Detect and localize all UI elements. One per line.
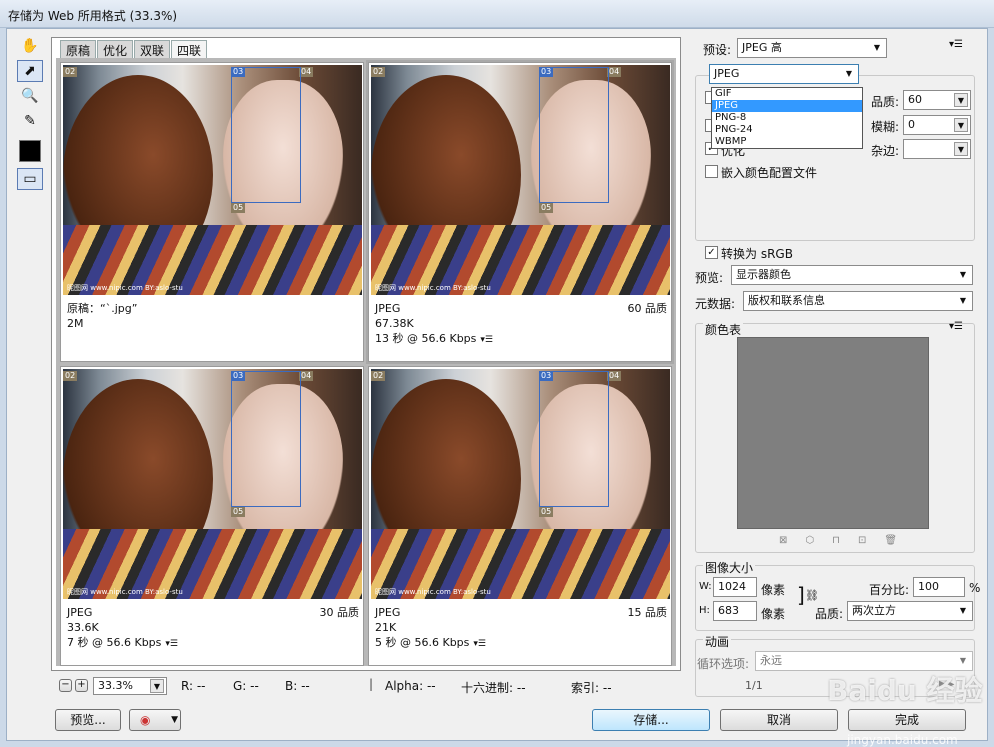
zoom-in-button[interactable]: + (75, 679, 88, 692)
pane-info: JPEG 21K 5 秒 @ 56.6 Kbps ▾☰ 15 品质 (375, 605, 669, 652)
preview-color-select[interactable]: 显示器颜色 ▼ (731, 265, 973, 285)
color-table (737, 337, 929, 529)
baidu-logo-watermark: Baidu 经验 (827, 674, 983, 707)
lock-color-icon[interactable]: ⊓ (832, 535, 858, 546)
format-option-png8[interactable]: PNG-8 (712, 112, 862, 124)
pane-menu-icon[interactable]: ▾☰ (165, 637, 178, 652)
browser-icon: ◉ (140, 713, 151, 727)
format-option-wbmp[interactable]: WBMP (712, 136, 862, 148)
pane-original[interactable]: 02 03 04 05 昵图网 www.nipic.com BY:aslo-st… (60, 62, 364, 362)
pane-menu-icon[interactable]: ▾☰ (473, 637, 486, 652)
dialog: ✋ ⬈ 🔍 ✎ ▭ 原稿 优化 双联 四联 02 03 04 05 昵图网 ww… (6, 28, 988, 747)
slice-label: 05 (539, 507, 554, 517)
preview-button[interactable]: 预览... (55, 709, 121, 731)
toolbox: ✋ ⬈ 🔍 ✎ ▭ (17, 35, 47, 193)
slice-label: 05 (539, 203, 554, 213)
slice-label: 02 (63, 371, 78, 381)
preview-image: 02 03 04 05 昵图网 www.nipic.com BY:aslo-st… (371, 369, 670, 599)
format-option-gif[interactable]: GIF (712, 88, 862, 100)
convert-srgb-checkbox[interactable]: ✓ (705, 246, 718, 259)
tab-original[interactable]: 原稿 (60, 40, 97, 58)
blur-input[interactable]: 0 ▼ (903, 115, 971, 135)
format-option-jpeg[interactable]: JPEG (712, 100, 862, 112)
web-shift-icon[interactable]: ⬡ (805, 535, 832, 546)
constrain-bracket: ] (797, 583, 805, 607)
slice-label: 05 (231, 507, 246, 517)
pane-info: JPEG 67.38K 13 秒 @ 56.6 Kbps ▾☰ 60 品质 (375, 301, 669, 348)
window-title: 存储为 Web 所用格式 (33.3%) (8, 9, 178, 23)
color-table-menu-icon[interactable]: ▾☰ (949, 321, 963, 332)
slice-label: 02 (63, 67, 78, 77)
baidu-url-watermark: jingyan.baidu.com (847, 733, 958, 747)
slice-label: 04 (607, 371, 622, 381)
hand-tool-icon[interactable]: ✋ (17, 35, 43, 57)
pane-optimized-1[interactable]: 02 03 04 05 昵图网 www.nipic.com BY:aslo-st… (366, 60, 674, 364)
pane-optimized-3[interactable]: 02 03 04 05 昵图网 www.nipic.com BY:aslo-st… (368, 366, 672, 666)
zoom-tool-icon[interactable]: 🔍 (17, 85, 43, 107)
pane-optimized-2[interactable]: 02 03 04 05 昵图网 www.nipic.com BY:aslo-st… (60, 366, 364, 666)
slice-label: 04 (299, 371, 314, 381)
embed-profile-checkbox[interactable] (705, 165, 718, 178)
format-option-png24[interactable]: PNG-24 (712, 124, 862, 136)
slice-label: 05 (231, 203, 246, 213)
preview-image: 02 03 04 05 昵图网 www.nipic.com BY:aslo-st… (63, 369, 362, 599)
image-watermark: 昵图网 www.nipic.com BY:aslo-stu (67, 588, 183, 596)
preview-image: 02 03 04 05 昵图网 www.nipic.com BY:aslo-st… (371, 65, 670, 295)
percent-input[interactable]: 100 (913, 577, 965, 597)
format-dropdown: GIF JPEG PNG-8 PNG-24 WBMP (711, 87, 863, 149)
title-bar: 存储为 Web 所用格式 (33.3%) (0, 0, 994, 28)
quality-input[interactable]: 60 ▼ (903, 90, 971, 110)
image-watermark: 昵图网 www.nipic.com BY:aslo-stu (375, 588, 491, 596)
width-input[interactable]: 1024 (713, 577, 757, 597)
tab-optimized[interactable]: 优化 (97, 40, 134, 58)
panel-menu-icon[interactable]: ▾☰ (949, 39, 963, 50)
browser-preview-button[interactable]: ◉ ▼ (129, 709, 181, 731)
image-watermark: 昵图网 www.nipic.com BY:aslo-stu (67, 284, 183, 292)
eyedropper-tool-icon[interactable]: ✎ (17, 110, 43, 132)
slice-label: 04 (607, 67, 622, 77)
pane-menu-icon[interactable]: ▾☰ (480, 333, 493, 348)
four-up-panes: 02 03 04 05 昵图网 www.nipic.com BY:aslo-st… (56, 58, 676, 666)
eyedropper-color-swatch[interactable] (19, 140, 41, 162)
map-color-icon[interactable]: ⊠ (779, 535, 805, 546)
metadata-select[interactable]: 版权和联系信息 ▼ (743, 291, 973, 311)
tab-2up[interactable]: 双联 (134, 40, 171, 58)
resample-quality-select[interactable]: 两次立方 ▼ (847, 601, 973, 621)
color-table-tools: ⊠⬡⊓⊡🗑 (779, 535, 915, 546)
tab-4up[interactable]: 四联 (171, 40, 208, 58)
matte-select[interactable]: ▼ (903, 139, 971, 159)
pane-info: 原稿：“`.jpg” 2M (67, 302, 138, 330)
zoom-out-button[interactable]: − (59, 679, 72, 692)
image-watermark: 昵图网 www.nipic.com BY:aslo-stu (375, 284, 491, 292)
status-bar: − + 33.3% ▼ R: -- G: -- B: -- | Alpha: --… (51, 677, 681, 699)
trash-icon[interactable]: 🗑 (884, 535, 915, 546)
preview-area: 原稿 优化 双联 四联 02 03 04 05 昵图网 www.nipic.co… (51, 37, 681, 671)
new-color-icon[interactable]: ⊡ (858, 535, 884, 546)
slice-label: 04 (299, 67, 314, 77)
slice-label: 02 (371, 67, 386, 77)
view-tabs: 原稿 优化 双联 四联 (60, 40, 208, 58)
slice-select-tool-icon[interactable]: ⬈ (17, 60, 43, 82)
loop-select[interactable]: 永远 ▼ (755, 651, 973, 671)
zoom-select[interactable]: 33.3% ▼ (93, 677, 167, 695)
slice-label: 02 (371, 371, 386, 381)
height-input[interactable]: 683 (713, 601, 757, 621)
pane-info: JPEG 33.6K 7 秒 @ 56.6 Kbps ▾☰ 30 品质 (67, 605, 361, 652)
chain-link-icon[interactable]: ⛓ (805, 589, 819, 602)
settings-panel: 预设: JPEG 高 ▼ ▾☰ JPEG ▼ GIF JPEG PNG-8 PNG-… (689, 29, 980, 742)
chevron-down-icon: ▼ (171, 715, 178, 725)
preview-image: 02 03 04 05 昵图网 www.nipic.com BY:aslo-st… (63, 65, 362, 295)
preset-select[interactable]: JPEG 高 ▼ (737, 38, 887, 58)
format-select[interactable]: JPEG ▼ (709, 64, 859, 84)
toggle-slices-icon[interactable]: ▭ (17, 168, 43, 190)
